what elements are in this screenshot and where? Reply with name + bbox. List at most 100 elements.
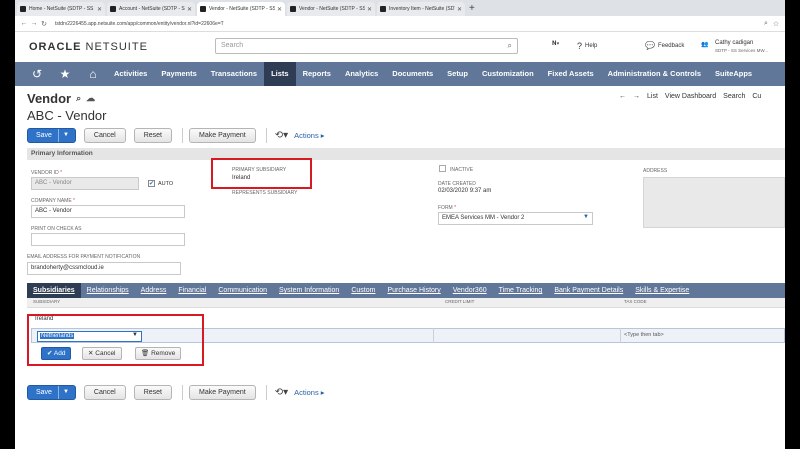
nav-analytics[interactable]: Analytics	[338, 62, 385, 86]
column-subsidiary[interactable]: SUBSIDIARY	[33, 299, 60, 304]
search-link[interactable]: Search	[723, 93, 745, 100]
help-link[interactable]: ? Help	[577, 41, 597, 51]
refresh-icon[interactable]: ⟲▾	[275, 387, 288, 398]
page-type-label: Vendor	[27, 91, 72, 106]
browser-tab-vendor-active[interactable]: Vendor - NetSuite (SDTP - SS Se✕	[197, 2, 285, 16]
primary-information-header[interactable]: Primary Information	[27, 148, 785, 160]
actions-menu[interactable]: ⟲▾ Actions ▸	[275, 130, 325, 141]
customize-link[interactable]: Cu	[752, 93, 761, 100]
nav-reports[interactable]: Reports	[296, 62, 338, 86]
recent-records-icon[interactable]: ↺	[23, 62, 51, 86]
previous-arrow-icon[interactable]: ←	[619, 93, 626, 100]
nav-payments[interactable]: Payments	[154, 62, 203, 86]
column-credit-limit[interactable]: CREDIT LIMIT	[445, 299, 474, 304]
close-icon[interactable]: ✕	[367, 6, 372, 13]
nav-lists[interactable]: Lists	[264, 62, 296, 86]
email-label: EMAIL ADDRESS FOR PAYMENT NOTIFICATION	[27, 254, 141, 260]
make-payment-button[interactable]: Make Payment	[189, 385, 256, 400]
forward-arrow-icon[interactable]: →	[29, 20, 39, 27]
tab-communication[interactable]: Communication	[212, 283, 273, 298]
browser-tab-inventory-item[interactable]: Inventory Item - NetSuite (SDTP -✕	[377, 2, 465, 16]
new-tab-button[interactable]: +	[469, 2, 475, 16]
reset-button[interactable]: Reset	[133, 128, 173, 143]
refresh-icon[interactable]: ⟲▾	[275, 130, 288, 141]
tab-skills-expertise[interactable]: Skills & Expertise	[629, 283, 695, 298]
chevron-down-icon[interactable]: ▼	[57, 129, 69, 142]
vendor-id-field[interactable]: ABC - Vendor	[31, 177, 139, 190]
home-icon[interactable]: ⌂	[79, 62, 107, 86]
tab-relationships[interactable]: Relationships	[81, 283, 135, 298]
feedback-label: Feedback	[657, 42, 685, 49]
cloud-icon[interactable]: ☁	[86, 93, 95, 104]
recent-records-icon[interactable]: 𝐍▾	[552, 41, 559, 48]
close-icon[interactable]: ✕	[97, 6, 102, 13]
browser-tab-vendor[interactable]: Vendor - NetSuite (SDTP - SS Se✕	[287, 2, 375, 16]
tab-custom[interactable]: Custom	[345, 283, 381, 298]
actions-label: Actions ▸	[294, 131, 325, 140]
highlight-box	[211, 158, 312, 189]
nav-setup[interactable]: Setup	[440, 62, 475, 86]
chevron-down-icon[interactable]: ▼	[57, 386, 69, 399]
tab-time-tracking[interactable]: Time Tracking	[493, 283, 549, 298]
tab-subsidiaries[interactable]: Subsidiaries	[27, 283, 81, 298]
nav-transactions[interactable]: Transactions	[204, 62, 264, 86]
email-field[interactable]: brandoherty@cssmcloud.ie	[27, 262, 181, 275]
page-top-links: ← → List View Dashboard Search Cu	[619, 93, 761, 100]
nav-fixed-assets[interactable]: Fixed Assets	[541, 62, 601, 86]
view-dashboard-link[interactable]: View Dashboard	[665, 93, 716, 100]
oracle-netsuite-logo[interactable]: ORACLE NETSUITE	[29, 41, 148, 53]
tab-purchase-history[interactable]: Purchase History	[381, 283, 446, 298]
form-select-value: EMEA Services MM - Vendor 2	[442, 215, 525, 221]
close-icon[interactable]: ✕	[277, 6, 282, 13]
netsuite-favicon-icon	[110, 6, 116, 12]
auto-checkbox[interactable]: ✔	[148, 180, 155, 187]
required-asterisk: *	[454, 205, 457, 211]
actions-menu[interactable]: ⟲▾ Actions ▸	[275, 387, 325, 398]
tab-vendor360[interactable]: Vendor360	[447, 283, 493, 298]
tax-code-field[interactable]: <Type then tab>	[624, 332, 664, 338]
nav-administration-controls[interactable]: Administration & Controls	[601, 62, 708, 86]
address-field[interactable]	[643, 177, 785, 228]
cancel-button[interactable]: Cancel	[83, 385, 126, 400]
url-field[interactable]: tstdrv2226455.app.netsuite.com/app/commo…	[55, 21, 761, 27]
search-icon[interactable]: ⌕	[761, 20, 771, 28]
back-arrow-icon[interactable]: ←	[19, 20, 29, 27]
inactive-checkbox[interactable]	[439, 165, 446, 172]
browser-tab-home[interactable]: Home - NetSuite (SDTP - SS Ser✕	[17, 2, 105, 16]
search-icon[interactable]: ⌕	[76, 93, 81, 104]
chevron-down-icon[interactable]: ▼	[583, 214, 589, 220]
company-name-field[interactable]: ABC - Vendor	[31, 205, 185, 218]
user-menu[interactable]: Cathy cadigan SDTP - SS Services MW...	[715, 40, 768, 54]
feedback-link[interactable]: 💬 Feedback	[645, 41, 684, 50]
next-arrow-icon[interactable]: →	[633, 93, 640, 100]
tab-address[interactable]: Address	[135, 283, 173, 298]
save-button[interactable]: Save ▼	[27, 385, 76, 400]
close-icon[interactable]: ✕	[457, 6, 462, 13]
print-on-check-field[interactable]	[31, 233, 185, 246]
global-search-input[interactable]: Search ⌕	[215, 38, 518, 54]
tab-financial[interactable]: Financial	[172, 283, 212, 298]
column-tax-code[interactable]: TAX CODE	[624, 299, 647, 304]
user-role: SDTP - SS Services MW...	[715, 48, 769, 53]
bookmark-star-icon[interactable]: ☆	[771, 20, 781, 28]
save-button[interactable]: Save ▼	[27, 128, 76, 143]
reset-button[interactable]: Reset	[133, 385, 173, 400]
cancel-button[interactable]: Cancel	[83, 128, 126, 143]
record-name: ABC - Vendor	[27, 108, 107, 123]
browser-tab-account[interactable]: Account - NetSuite (SDTP - SS S✕	[107, 2, 195, 16]
tab-system-information[interactable]: System Information	[273, 283, 345, 298]
user-name: Cathy cadigan	[715, 40, 754, 46]
reload-icon[interactable]: ↻	[39, 20, 49, 28]
search-icon[interactable]: ⌕	[508, 41, 512, 51]
tab-bank-payment-details[interactable]: Bank Payment Details	[548, 283, 629, 298]
nav-customization[interactable]: Customization	[475, 62, 541, 86]
make-payment-button[interactable]: Make Payment	[189, 128, 256, 143]
list-link[interactable]: List	[647, 93, 658, 100]
close-icon[interactable]: ✕	[187, 6, 192, 13]
form-select[interactable]: EMEA Services MM - Vendor 2 ▼	[438, 212, 593, 225]
nav-documents[interactable]: Documents	[385, 62, 440, 86]
nav-suiteapps[interactable]: SuiteApps	[708, 62, 759, 86]
user-roles-icon[interactable]: 👥	[701, 41, 708, 48]
favorites-star-icon[interactable]: ★	[51, 62, 79, 86]
nav-activities[interactable]: Activities	[107, 62, 154, 86]
